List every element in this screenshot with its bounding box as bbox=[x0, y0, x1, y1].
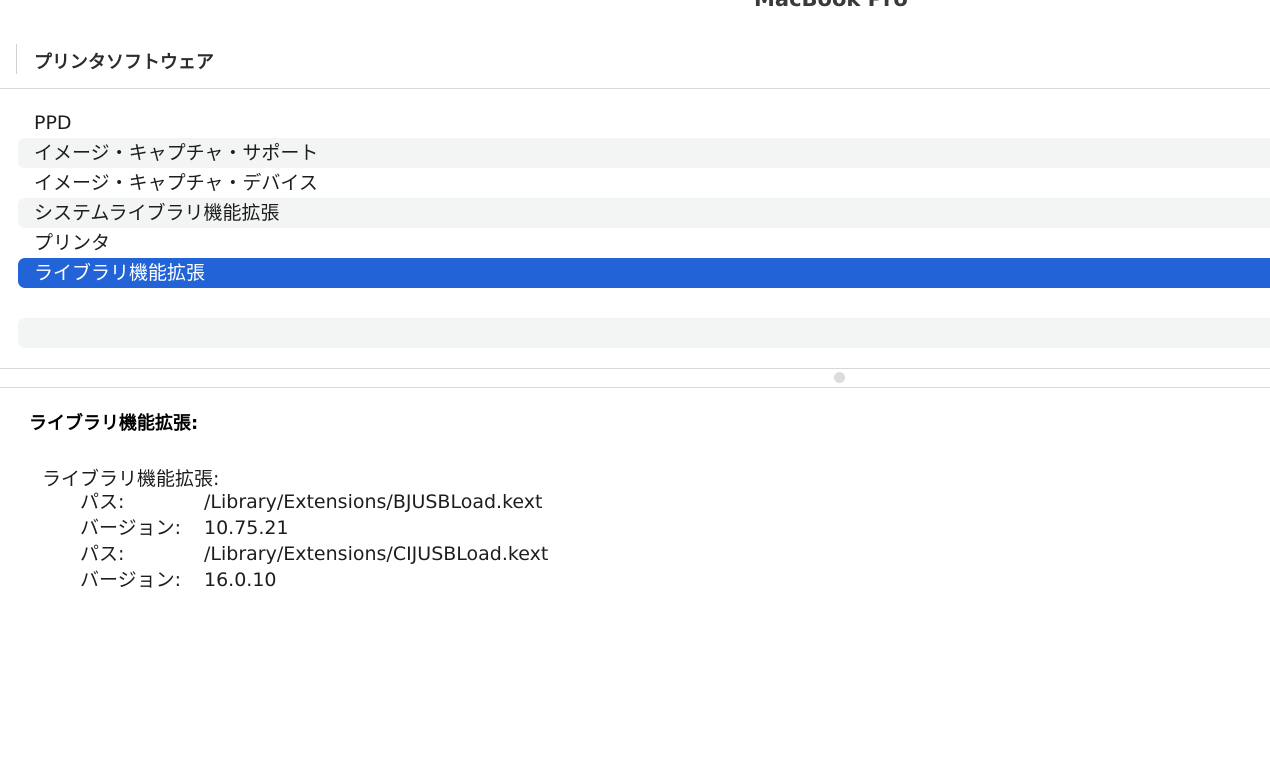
column-header-title: プリンタソフトウェア bbox=[34, 52, 214, 73]
detail-section-title: ライブラリ機能拡張: bbox=[42, 468, 220, 490]
column-divider bbox=[16, 44, 17, 74]
list-item-label: イメージ・キャプチャ・デバイス bbox=[34, 172, 318, 194]
list-item[interactable]: システムライブラリ機能拡張 bbox=[18, 198, 1270, 228]
list-item[interactable]: プリンタ bbox=[18, 228, 1270, 258]
list-item-label: ライブラリ機能拡張 bbox=[34, 262, 206, 284]
list-item-selected[interactable]: ライブラリ機能拡張 bbox=[18, 258, 1270, 288]
window-title-bar: MacBook Pro bbox=[0, 0, 1270, 18]
list-item-label: システムライブラリ機能拡張 bbox=[34, 202, 280, 224]
detail-key: パス: bbox=[80, 543, 125, 565]
detail-value: /Library/Extensions/BJUSBLoad.kext bbox=[204, 491, 543, 513]
detail-value: 16.0.10 bbox=[204, 569, 277, 591]
window-title: MacBook Pro bbox=[754, 0, 908, 11]
list-item-label: PPD bbox=[34, 112, 72, 134]
list-item-label: プリンタ bbox=[34, 232, 111, 254]
detail-pane: ライブラリ機能拡張: ライブラリ機能拡張: パス: /Library/Extens… bbox=[0, 387, 1270, 770]
list-item[interactable]: イメージ・キャプチャ・サポート bbox=[18, 138, 1270, 168]
pane-splitter[interactable] bbox=[0, 368, 1270, 388]
detail-key: バージョン: bbox=[80, 569, 182, 591]
splitter-grip-icon[interactable] bbox=[834, 372, 845, 383]
detail-entry: パス: /Library/Extensions/CIJUSBLoad.kext bbox=[80, 541, 548, 567]
list-item-label: イメージ・キャプチャ・サポート bbox=[34, 142, 319, 164]
detail-entry: バージョン: 16.0.10 bbox=[80, 567, 277, 593]
list-item-empty bbox=[18, 288, 1270, 318]
category-list: PPD イメージ・キャプチャ・サポート イメージ・キャプチャ・デバイス システム… bbox=[18, 108, 1270, 348]
detail-key: バージョン: bbox=[80, 517, 182, 539]
detail-entry: バージョン: 10.75.21 bbox=[80, 515, 289, 541]
column-header[interactable]: プリンタソフトウェア bbox=[0, 44, 1270, 89]
detail-value: 10.75.21 bbox=[204, 517, 289, 539]
list-item-empty bbox=[18, 318, 1270, 348]
detail-entry: パス: /Library/Extensions/BJUSBLoad.kext bbox=[80, 489, 542, 515]
detail-heading: ライブラリ機能拡張: bbox=[29, 413, 199, 434]
list-item[interactable]: イメージ・キャプチャ・デバイス bbox=[18, 168, 1270, 198]
detail-key: パス: bbox=[80, 491, 125, 513]
detail-value: /Library/Extensions/CIJUSBLoad.kext bbox=[204, 543, 549, 565]
list-item[interactable]: PPD bbox=[18, 108, 1270, 138]
